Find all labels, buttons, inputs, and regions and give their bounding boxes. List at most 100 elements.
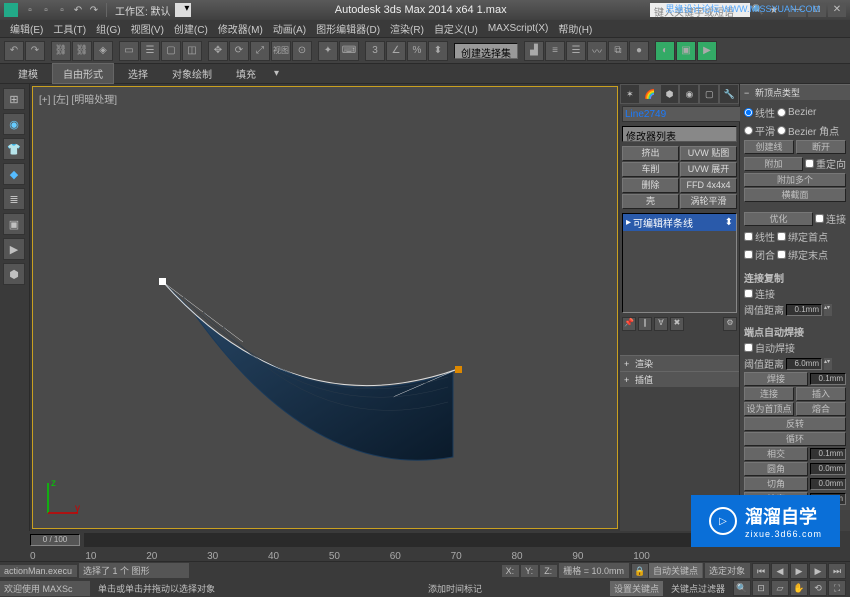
ribbon-selection[interactable]: 选择	[118, 64, 158, 83]
mod-extrude[interactable]: 挤出	[622, 146, 679, 161]
menu-maxscript[interactable]: MAXScript(X)	[484, 21, 553, 36]
next-frame-icon[interactable]: ▶	[809, 563, 827, 579]
named-selection-dropdown[interactable]: 创建选择集	[454, 43, 518, 59]
mod-turbo[interactable]: 涡轮平滑	[680, 194, 737, 209]
link-icon[interactable]: ⛓	[51, 41, 71, 61]
mirror-icon[interactable]: ▟	[524, 41, 544, 61]
select-move-icon[interactable]: ✥	[208, 41, 228, 61]
autokey-button[interactable]: 自动关键点	[649, 563, 703, 578]
qat-undo-icon[interactable]: ↶	[72, 4, 84, 16]
snap-icon[interactable]: 3	[365, 41, 385, 61]
btn-chamfer[interactable]: 切角	[744, 477, 808, 491]
tool-render-icon[interactable]: ▶	[3, 238, 25, 260]
time-slider[interactable]: 0 / 100	[30, 534, 80, 546]
select-rotate-icon[interactable]: ⟳	[229, 41, 249, 61]
btn-createline[interactable]: 创建线	[744, 140, 794, 154]
radio-smooth[interactable]: 平滑	[744, 123, 775, 138]
btn-fuse[interactable]: 熔合	[796, 402, 846, 416]
align-icon[interactable]: ≡	[545, 41, 565, 61]
render-setup-icon[interactable]: ◐	[655, 41, 675, 61]
pivot-icon[interactable]: ⊙	[292, 41, 312, 61]
ribbon-modeling[interactable]: 建模	[8, 64, 48, 83]
modifier-list-dropdown[interactable]: 修改器列表	[622, 126, 737, 142]
tool-shirt-icon[interactable]: 👕	[3, 138, 25, 160]
keyboard-icon[interactable]: ⌨	[339, 41, 359, 61]
layers-icon[interactable]: ☰	[566, 41, 586, 61]
goto-start-icon[interactable]: ⏮	[752, 563, 770, 579]
select-icon[interactable]: ▭	[119, 41, 139, 61]
chk-linear[interactable]: 线性	[744, 229, 775, 244]
tool-layers-icon[interactable]: ≣	[3, 188, 25, 210]
menu-help[interactable]: 帮助(H)	[554, 19, 596, 38]
percent-snap-icon[interactable]: %	[407, 41, 427, 61]
show-result-icon[interactable]: ∥	[638, 317, 652, 331]
menu-group[interactable]: 组(G)	[92, 19, 124, 38]
ribbon-populate[interactable]: 填充	[226, 64, 266, 83]
menu-animation[interactable]: 动画(A)	[269, 19, 310, 38]
qat-new-icon[interactable]: ▫	[24, 4, 36, 16]
material-icon[interactable]: ●	[629, 41, 649, 61]
vertex-handle-end[interactable]	[455, 366, 462, 373]
btn-makefirst[interactable]: 设为首顶点	[744, 402, 794, 416]
play-icon[interactable]: ▶	[790, 563, 808, 579]
chk-reorient[interactable]: 重定向	[805, 156, 846, 171]
select-name-icon[interactable]: ☰	[140, 41, 160, 61]
unlink-icon[interactable]: ⛓	[72, 41, 92, 61]
btn-fillet[interactable]: 圆角	[744, 462, 808, 476]
vertex-handle[interactable]	[159, 278, 166, 285]
spinner-copy-thresh[interactable]: 0.1mm	[786, 304, 822, 316]
mod-lathe[interactable]: 车削	[622, 162, 679, 177]
nav-maximize-icon[interactable]: ⛶	[828, 580, 846, 596]
window-crossing-icon[interactable]: ◫	[182, 41, 202, 61]
ribbon-freeform[interactable]: 自由形式	[52, 63, 114, 84]
lock-icon[interactable]: 🔒	[631, 563, 649, 579]
close-button[interactable]: ✕	[828, 3, 846, 17]
rollout-interp[interactable]: 插值	[620, 371, 739, 387]
menu-modifiers[interactable]: 修改器(M)	[214, 19, 267, 38]
spinner-weld-thresh[interactable]: 6.0mm	[786, 358, 822, 370]
menu-create[interactable]: 创建(C)	[170, 19, 212, 38]
workspace-dropdown[interactable]	[175, 3, 192, 17]
schematic-icon[interactable]: ⧉	[608, 41, 628, 61]
ref-coord-icon[interactable]: 视图	[271, 41, 291, 61]
stack-item-spline[interactable]: ▸可编辑样条线 ⬍	[623, 214, 736, 231]
btn-optimize[interactable]: 优化	[744, 212, 813, 226]
btn-connect2[interactable]: 连接	[744, 387, 794, 401]
btn-insert[interactable]: 插入	[796, 387, 846, 401]
qat-open-icon[interactable]: ▫	[40, 4, 52, 16]
select-region-icon[interactable]: ▢	[161, 41, 181, 61]
chk-bindlast[interactable]: 绑定末点	[777, 247, 828, 262]
tab-modify-icon[interactable]: 🌈	[640, 84, 660, 104]
btn-attach[interactable]: 附加	[744, 157, 803, 171]
menu-graph[interactable]: 图形编辑器(D)	[312, 19, 384, 38]
ribbon-objectpaint[interactable]: 对象绘制	[162, 64, 222, 83]
tab-hierarchy-icon[interactable]: ⬢	[660, 84, 680, 104]
redo-icon[interactable]: ↷	[25, 41, 45, 61]
prev-frame-icon[interactable]: ◀	[771, 563, 789, 579]
btn-cycle[interactable]: 循环	[744, 432, 846, 446]
select-scale-icon[interactable]: ⤢	[250, 41, 270, 61]
radio-bezcorner[interactable]: Bezier 角点	[777, 123, 839, 138]
tab-motion-icon[interactable]: ◉	[679, 84, 699, 104]
tool-script-icon[interactable]: ⬢	[3, 263, 25, 285]
btn-crossinsert[interactable]: 相交	[744, 447, 808, 461]
radio-linear[interactable]: 线性	[744, 105, 775, 120]
nav-fov-icon[interactable]: ▱	[771, 580, 789, 596]
mod-uvwmap[interactable]: UVW 贴图	[680, 146, 737, 161]
tool-teapot-icon[interactable]: ◉	[3, 113, 25, 135]
btn-attachmult[interactable]: 附加多个	[744, 173, 846, 187]
qat-save-icon[interactable]: ▫	[56, 4, 68, 16]
btn-break[interactable]: 断开	[796, 140, 846, 154]
setkey-button[interactable]: 设置关键点	[610, 581, 663, 596]
chk-autoweld[interactable]: 自动焊接	[744, 340, 846, 355]
unique-icon[interactable]: ∀	[654, 317, 668, 331]
qat-redo-icon[interactable]: ↷	[88, 4, 100, 16]
goto-end-icon[interactable]: ⏭	[828, 563, 846, 579]
menu-customize[interactable]: 自定义(U)	[430, 19, 482, 38]
modifier-stack[interactable]: ▸可编辑样条线 ⬍	[622, 213, 737, 313]
viewport-layout-icon[interactable]: ⊞	[3, 88, 25, 110]
menu-views[interactable]: 视图(V)	[127, 19, 168, 38]
nav-orbit-icon[interactable]: ⟲	[809, 580, 827, 596]
angle-snap-icon[interactable]: ∠	[386, 41, 406, 61]
tab-display-icon[interactable]: ▢	[699, 84, 719, 104]
